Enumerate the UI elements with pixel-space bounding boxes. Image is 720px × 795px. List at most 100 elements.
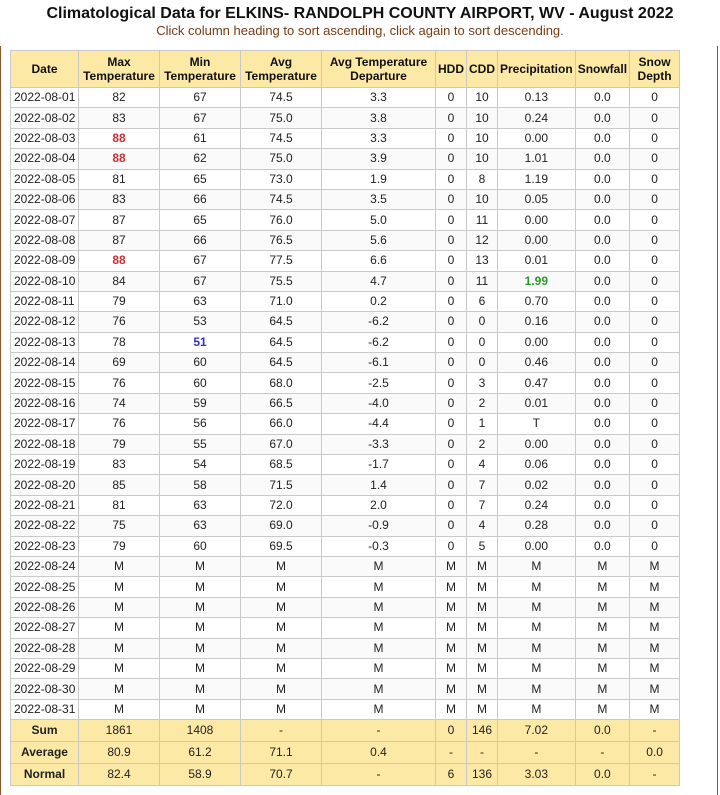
cell-min-temp: M xyxy=(159,576,241,598)
cell-avg-temp: M xyxy=(240,657,322,680)
cell-avg-temp: 64.5 xyxy=(240,311,322,333)
cell-hdd: 0 xyxy=(435,168,467,190)
col-header-date[interactable]: Date xyxy=(10,50,79,88)
cell-date: 2022-08-31 xyxy=(10,698,79,721)
cell-date: 2022-08-28 xyxy=(10,637,79,659)
cell-cdd: M xyxy=(466,555,498,578)
cell-precipitation: 0.24 xyxy=(497,107,576,129)
cell-date: 2022-08-19 xyxy=(10,454,79,476)
table-row: 2022-08-26 M M M M M M M M M xyxy=(10,596,681,619)
cell-cdd: M xyxy=(466,698,498,721)
cell-hdd: M xyxy=(435,657,467,680)
cell-precipitation: M xyxy=(497,617,576,639)
cell-precipitation: M xyxy=(497,678,576,700)
summary-cdd: 146 xyxy=(466,719,498,743)
cell-precipitation: 0.28 xyxy=(497,515,576,537)
cell-snow-depth: M xyxy=(629,596,681,619)
cell-hdd: 0 xyxy=(435,494,467,517)
cell-min-temp: 51 xyxy=(159,331,241,354)
cell-date: 2022-08-22 xyxy=(10,515,79,537)
cell-date: 2022-08-24 xyxy=(10,555,79,578)
summary-label: Average xyxy=(10,741,79,765)
col-header-snow-depth[interactable]: Snow Depth xyxy=(629,50,681,88)
col-header-cdd[interactable]: CDD xyxy=(466,50,498,88)
table-row: 2022-08-10 84 67 75.5 4.7 0 11 1.99 0.0 0 xyxy=(10,270,681,292)
cell-temp-departure: -1.7 xyxy=(321,454,436,476)
cell-date: 2022-08-21 xyxy=(10,494,79,517)
cell-precipitation: 0.47 xyxy=(497,372,576,394)
cell-temp-departure: 3.5 xyxy=(321,188,436,211)
table-row: 2022-08-13 78 51 64.5 -6.2 0 0 0.00 0.0 0 xyxy=(10,331,681,354)
cell-min-temp: 60 xyxy=(159,535,241,557)
cell-avg-temp: 72.0 xyxy=(240,494,322,517)
cell-avg-temp: 66.0 xyxy=(240,413,322,435)
cell-cdd: 4 xyxy=(466,454,498,476)
col-header-precipitation[interactable]: Precipitation xyxy=(497,50,576,88)
cell-precipitation: 0.01 xyxy=(497,392,576,415)
table-row: 2022-08-06 83 66 74.5 3.5 0 10 0.05 0.0 0 xyxy=(10,188,681,211)
table-row: 2022-08-02 83 67 75.0 3.8 0 10 0.24 0.0 0 xyxy=(10,107,681,129)
cell-snow-depth: 0 xyxy=(629,290,681,313)
cell-hdd: 0 xyxy=(435,413,467,435)
cell-max-temp: 76 xyxy=(78,311,160,333)
cell-hdd: 0 xyxy=(435,127,467,150)
col-header-hdd[interactable]: HDD xyxy=(435,50,467,88)
cell-snow-depth: 0 xyxy=(629,433,681,456)
summary-precipitation: 3.03 xyxy=(497,763,576,787)
cell-temp-departure: M xyxy=(321,576,436,598)
cell-snowfall: M xyxy=(574,617,631,639)
summary-snow-depth: - xyxy=(629,719,681,743)
cell-precipitation: 0.00 xyxy=(497,535,576,557)
cell-temp-departure: 1.4 xyxy=(321,474,436,496)
cell-snowfall: 0.0 xyxy=(574,270,631,292)
col-header-avg-temperature-departure[interactable]: Avg Temperature Departure xyxy=(321,50,436,88)
cell-avg-temp: M xyxy=(240,698,322,721)
cell-avg-temp: 64.5 xyxy=(240,331,322,354)
cell-min-temp: 60 xyxy=(159,372,241,394)
cell-avg-temp: 68.0 xyxy=(240,372,322,394)
summary-snow-depth: - xyxy=(629,763,681,787)
summary-snowfall: 0.0 xyxy=(574,763,631,787)
table-row: 2022-08-17 76 56 66.0 -4.4 0 1 T 0.0 0 xyxy=(10,413,681,435)
cell-min-temp: 63 xyxy=(159,290,241,313)
cell-max-temp: 79 xyxy=(78,433,160,456)
cell-cdd: M xyxy=(466,678,498,700)
cell-hdd: M xyxy=(435,596,467,619)
cell-avg-temp: 76.5 xyxy=(240,229,322,252)
table-row: 2022-08-07 87 65 76.0 5.0 0 11 0.00 0.0 0 xyxy=(10,209,681,231)
cell-max-temp: 88 xyxy=(78,127,160,150)
cell-cdd: 3 xyxy=(466,372,498,394)
summary-max-temp: 80.9 xyxy=(78,741,160,765)
cell-snowfall: 0.0 xyxy=(574,372,631,394)
cell-date: 2022-08-10 xyxy=(10,270,79,292)
table-row: 2022-08-04 88 62 75.0 3.9 0 10 1.01 0.0 0 xyxy=(10,148,681,170)
col-header-max-temperature[interactable]: Max Temperature xyxy=(78,50,160,88)
cell-precipitation: 0.00 xyxy=(497,127,576,150)
cell-snowfall: M xyxy=(574,576,631,598)
col-header-avg-temperature[interactable]: Avg Temperature xyxy=(240,50,322,88)
cell-snow-depth: 0 xyxy=(629,127,681,150)
cell-snowfall: 0.0 xyxy=(574,311,631,333)
cell-avg-temp: M xyxy=(240,576,322,598)
cell-min-temp: M xyxy=(159,657,241,680)
cell-temp-departure: M xyxy=(321,678,436,700)
cell-cdd: M xyxy=(466,637,498,659)
cell-hdd: 0 xyxy=(435,331,467,354)
cell-snowfall: 0.0 xyxy=(574,392,631,415)
cell-temp-departure: 3.9 xyxy=(321,148,436,170)
cell-snow-depth: 0 xyxy=(629,331,681,354)
col-header-min-temperature[interactable]: Min Temperature xyxy=(159,50,241,88)
cell-snowfall: M xyxy=(574,698,631,721)
cell-snowfall: 0.0 xyxy=(574,148,631,170)
cell-snowfall: 0.0 xyxy=(574,290,631,313)
cell-hdd: 0 xyxy=(435,372,467,394)
summary-row: Average 80.9 61.2 71.1 0.4- - - -0.0 xyxy=(10,741,681,765)
table-row: 2022-08-20 85 58 71.5 1.4 0 7 0.02 0.0 0 xyxy=(10,474,681,496)
cell-avg-temp: 64.5 xyxy=(240,352,322,374)
table-summary: Sum 1861 1408- -0 146 7.02 0.0- Average 80.9 61.2… xyxy=(10,719,681,787)
table-row: 2022-08-08 87 66 76.5 5.6 0 12 0.00 0.0 0 xyxy=(10,229,681,252)
cell-temp-departure: M xyxy=(321,698,436,721)
col-header-snowfall[interactable]: Snowfall xyxy=(574,50,631,88)
cell-min-temp: M xyxy=(159,555,241,578)
cell-max-temp: 82 xyxy=(78,86,160,109)
